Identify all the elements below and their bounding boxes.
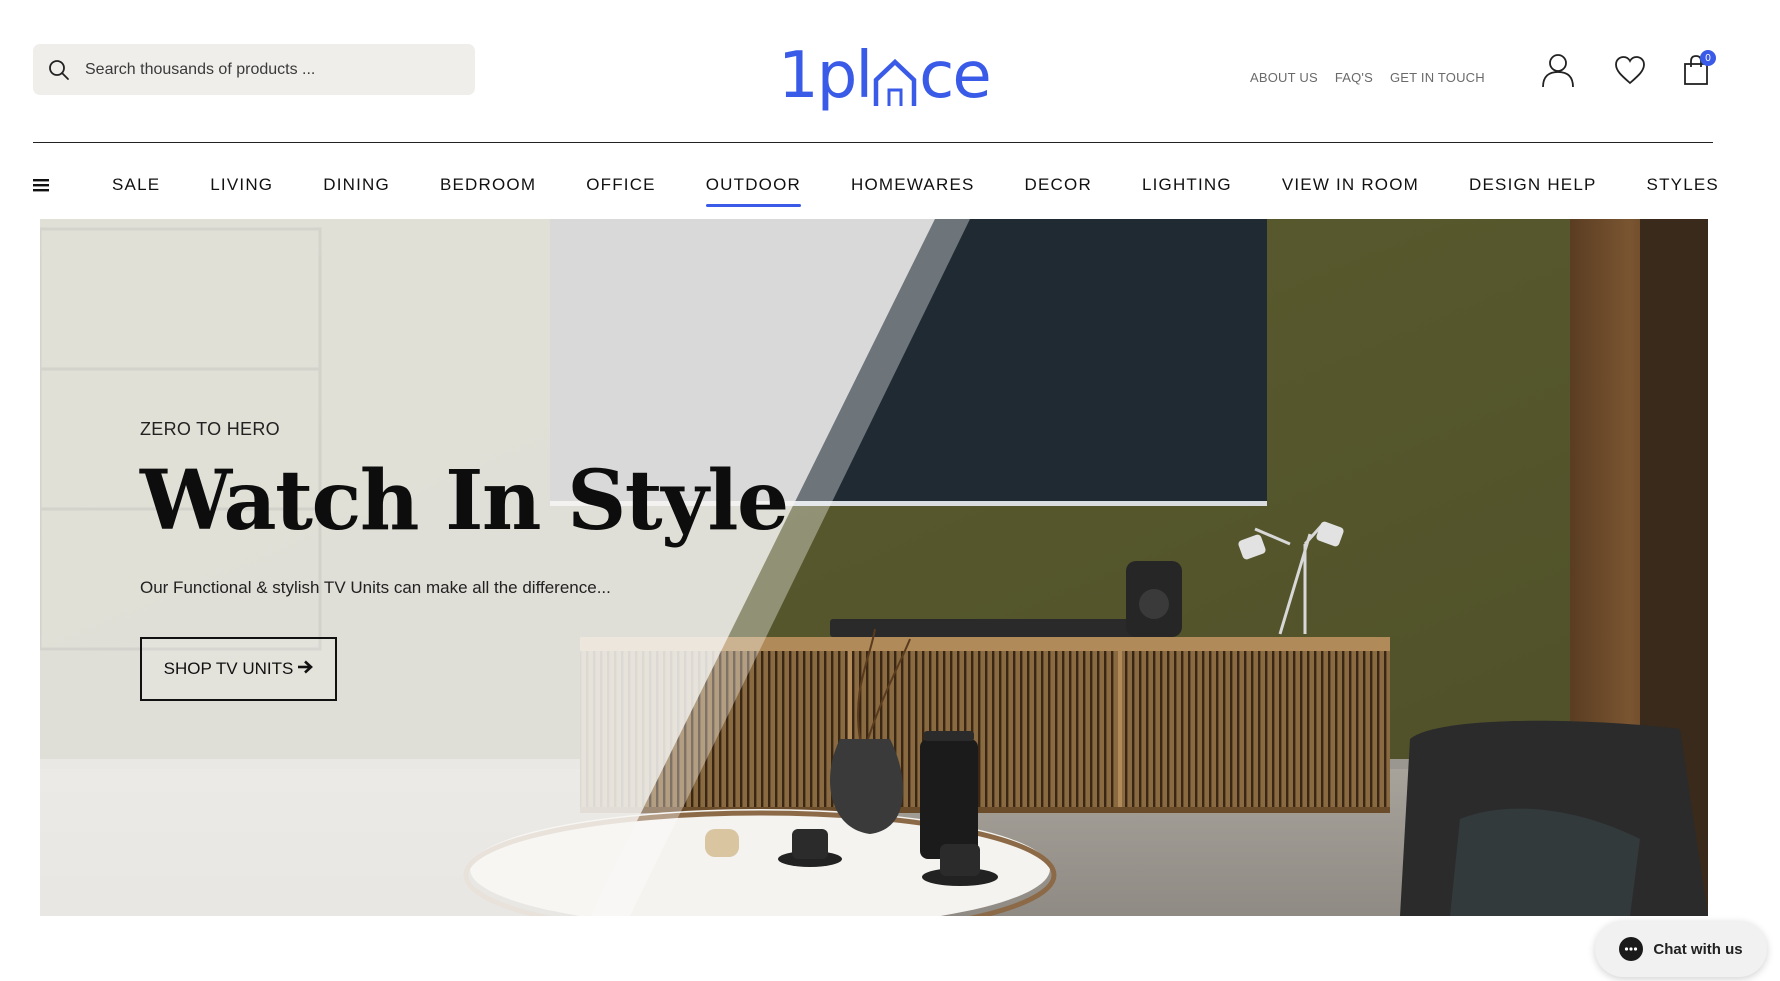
nav-item-office[interactable]: OFFICE [586,175,656,195]
nav-link[interactable]: OFFICE [586,175,656,194]
nav-link[interactable]: BEDROOM [440,175,536,194]
soundbar [830,619,1140,637]
nav-item-view-in-room[interactable]: VIEW IN ROOM [1282,175,1419,195]
search-input[interactable] [85,60,445,79]
hero-banner[interactable]: ZERO TO HERO Watch In Style Our Function… [40,219,1708,916]
house-icon [872,52,918,108]
cart-icon[interactable]: 0 [1678,50,1716,88]
cta-label: SHOP TV UNITS [163,659,294,678]
faqs-link[interactable]: FAQ'S [1335,70,1373,85]
nav-link[interactable]: LIVING [210,175,273,194]
top-links: ABOUT US FAQ'S GET IN TOUCH [1250,70,1485,85]
chat-label: Chat with us [1653,940,1743,958]
nav-item-sale[interactable]: SALE [112,175,160,195]
nav-item-decor[interactable]: DECOR [1025,175,1092,195]
nav-item-homewares[interactable]: HOMEWARES [851,175,975,195]
site-logo[interactable]: 1pl ce [778,26,992,113]
cart-count-badge: 0 [1700,50,1716,66]
logo-text-end: ce [919,39,992,113]
search-icon[interactable] [33,44,85,95]
logo-text-start: 1pl [778,39,873,113]
nav-item-outdoor[interactable]: OUTDOOR [705,175,802,207]
nav-item-styles[interactable]: STYLES [1647,175,1719,195]
hero-content: ZERO TO HERO Watch In Style Our Function… [140,419,789,701]
wishlist-icon[interactable] [1612,52,1648,88]
nav-link[interactable]: DESIGN HELP [1469,175,1597,194]
french-press [920,739,978,859]
nav-item-living[interactable]: LIVING [210,175,273,195]
nav-item-lighting[interactable]: LIGHTING [1142,175,1232,195]
shop-tv-units-button[interactable]: SHOP TV UNITS [140,637,337,701]
hamburger-menu-icon[interactable] [33,178,83,192]
nav-link[interactable]: DINING [323,175,390,194]
nav-link[interactable]: VIEW IN ROOM [1282,175,1419,194]
nav-link[interactable]: STYLES [1647,175,1719,194]
main-nav: SALE LIVING DINING BEDROOM OFFICE OUTDOO… [33,165,1769,207]
account-icon[interactable] [1540,52,1576,88]
get-in-touch-link[interactable]: GET IN TOUCH [1390,70,1485,85]
nav-link[interactable]: DECOR [1025,175,1092,194]
nav-link[interactable]: HOMEWARES [851,175,975,194]
hero-subtext: Our Functional & stylish TV Units can ma… [140,578,611,597]
nav-link[interactable]: LIGHTING [1142,175,1232,194]
hero-headline: Watch In Style [140,453,789,549]
nav-item-design-help[interactable]: DESIGN HELP [1469,175,1597,195]
header-divider [33,142,1713,143]
hero-eyebrow: ZERO TO HERO [140,419,280,439]
chat-bubble-icon [1619,937,1644,961]
nav-link[interactable]: SALE [112,175,160,194]
nav-item-bedroom[interactable]: BEDROOM [440,175,536,195]
arrow-right-icon [297,659,314,679]
chat-widget-button[interactable]: Chat with us [1595,921,1767,977]
search-bar[interactable] [33,44,475,95]
nav-item-dining[interactable]: DINING [323,175,390,195]
nav-link[interactable]: OUTDOOR [706,175,801,194]
about-us-link[interactable]: ABOUT US [1250,70,1318,85]
